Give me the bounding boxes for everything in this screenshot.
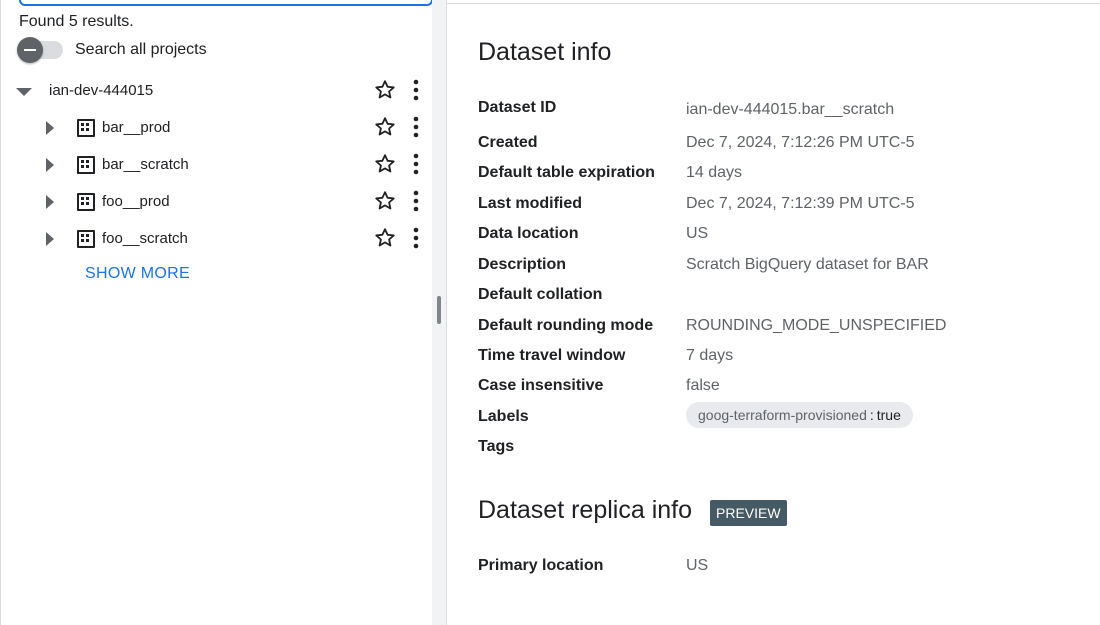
info-row-default-rounding-mode: Default rounding mode ROUNDING_MODE_UNSP… (478, 317, 1078, 345)
more-vert-icon[interactable] (407, 188, 425, 214)
dataset-grid-icon (77, 193, 95, 211)
caret-down-icon[interactable] (16, 88, 32, 96)
toggle-off-icon (17, 37, 43, 63)
project-name[interactable]: ian-dev-444015 (49, 82, 153, 99)
info-value: ian-dev-444015.bar__scratch (686, 101, 895, 118)
dataset-info-title: Dataset info (478, 38, 612, 66)
info-key: Default collation (478, 286, 603, 303)
info-key: Created (478, 134, 538, 151)
more-vert-icon[interactable] (407, 114, 425, 140)
results-count: Found 5 results. (19, 13, 134, 30)
tree-dataset-row[interactable]: bar__prod (1, 110, 433, 146)
info-row-time-travel-window: Time travel window 7 days (478, 347, 1078, 375)
label-chip: goog-terraform-provisioned: true (686, 402, 913, 428)
info-row-description: Description Scratch BigQuery dataset for… (478, 256, 1078, 284)
info-key: Last modified (478, 195, 583, 212)
info-key: Primary location (478, 557, 604, 574)
info-row-last-modified: Last modified Dec 7, 2024, 7:12:39 PM UT… (478, 195, 1078, 223)
dataset-grid-icon (77, 119, 95, 137)
replica-info-title: Dataset replica info (478, 496, 693, 524)
info-key: Data location (478, 225, 579, 242)
tree-dataset-row[interactable]: foo__prod (1, 184, 433, 220)
show-more-button[interactable]: SHOW MORE (85, 265, 190, 283)
info-key: Labels (478, 408, 529, 425)
label-chip-key: goog-terraform-provisioned (698, 407, 867, 423)
dataset-name[interactable]: bar__prod (102, 119, 170, 136)
dataset-grid-icon (77, 230, 95, 248)
info-row-labels: Labels goog-terraform-provisioned: true (478, 402, 1078, 436)
info-key: Dataset ID (478, 99, 557, 116)
info-key: Default rounding mode (478, 317, 654, 334)
info-key: Description (478, 256, 567, 273)
drag-handle-icon[interactable] (437, 296, 441, 324)
tree-dataset-row[interactable]: foo__scratch (1, 221, 433, 257)
info-value: Dec 7, 2024, 7:12:26 PM UTC-5 (686, 134, 915, 151)
info-row-dataset-id: Dataset ID ian-dev-444015.bar__scratch (478, 99, 1078, 127)
info-row-tags: Tags (478, 438, 1078, 466)
search-all-projects-label: Search all projects (75, 41, 207, 58)
dataset-name[interactable]: foo__scratch (102, 230, 188, 247)
info-value: 7 days (686, 347, 734, 364)
caret-right-icon[interactable] (46, 195, 54, 209)
info-row-default-table-expiration: Default table expiration 14 days (478, 164, 1078, 192)
info-value: Dec 7, 2024, 7:12:39 PM UTC-5 (686, 195, 915, 212)
panel-divider (446, 0, 447, 625)
info-row-default-collation: Default collation (478, 286, 1078, 314)
caret-right-icon[interactable] (46, 232, 54, 246)
caret-right-icon[interactable] (46, 121, 54, 135)
search-all-projects-toggle-row[interactable]: Search all projects (17, 37, 207, 63)
star-outline-icon[interactable] (373, 152, 397, 176)
label-chip-separator: : (869, 407, 874, 423)
info-key: Time travel window (478, 347, 626, 364)
info-value: false (686, 377, 720, 394)
info-row-created: Created Dec 7, 2024, 7:12:26 PM UTC-5 (478, 134, 1078, 162)
info-value: ROUNDING_MODE_UNSPECIFIED (686, 317, 947, 334)
header-divider (447, 3, 1100, 4)
more-vert-icon[interactable] (407, 225, 425, 251)
label-chip-value: true (876, 407, 901, 423)
star-outline-icon[interactable] (373, 226, 397, 250)
preview-badge: PREVIEW (710, 500, 787, 526)
panel-splitter[interactable] (432, 0, 446, 625)
caret-right-icon[interactable] (46, 158, 54, 172)
info-value: Scratch BigQuery dataset for BAR (686, 256, 929, 273)
info-row-case-insensitive: Case insensitive false (478, 377, 1078, 405)
dataset-grid-icon (77, 156, 95, 174)
info-key: Tags (478, 438, 515, 455)
info-value: US (686, 225, 709, 242)
tree-project-row[interactable]: ian-dev-444015 (1, 73, 433, 109)
info-key: Case insensitive (478, 377, 604, 394)
more-vert-icon[interactable] (407, 151, 425, 177)
star-outline-icon[interactable] (373, 115, 397, 139)
info-row-data-location: Data location US (478, 225, 1078, 253)
info-key: Default table expiration (478, 164, 655, 181)
search-all-projects-toggle[interactable] (17, 37, 63, 63)
info-value: US (686, 557, 709, 574)
star-outline-icon[interactable] (373, 78, 397, 102)
info-value: 14 days (686, 164, 743, 181)
info-row-primary-location: Primary location US (478, 557, 1078, 585)
more-vert-icon[interactable] (407, 77, 425, 103)
explorer-panel: Found 5 results. Search all projects ian… (0, 0, 433, 625)
star-outline-icon[interactable] (373, 189, 397, 213)
tree-dataset-row[interactable]: bar__scratch (1, 147, 433, 183)
search-input[interactable] (19, 0, 433, 6)
dataset-name[interactable]: bar__scratch (102, 156, 189, 173)
dataset-name[interactable]: foo__prod (102, 193, 170, 210)
